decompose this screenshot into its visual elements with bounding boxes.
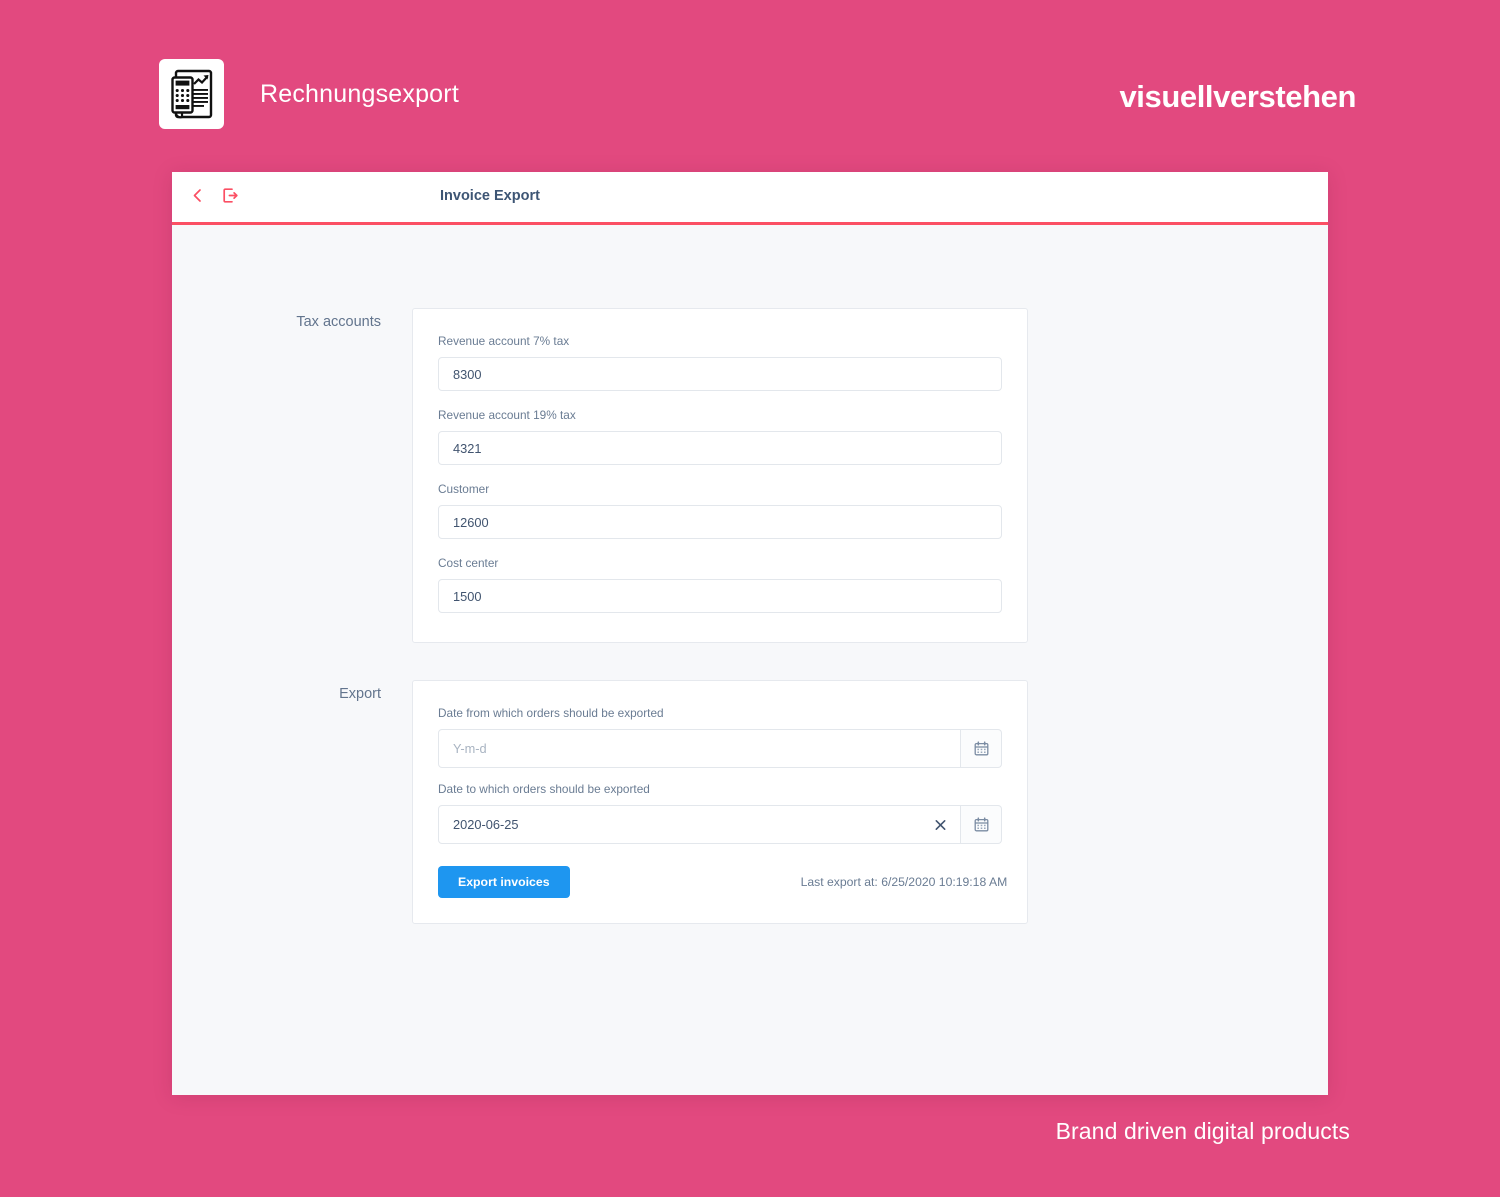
field-revenue-account-19: Revenue account 19% tax [438, 408, 1002, 465]
window-title-bar: Invoice Export [172, 172, 1328, 225]
date-from-input[interactable] [438, 729, 961, 768]
customer-input[interactable] [438, 505, 1002, 539]
revenue-account-7-input[interactable] [438, 357, 1002, 391]
date-to-group [438, 805, 1002, 844]
field-label: Date to which orders should be exported [438, 782, 650, 796]
page-header: Rechnungsexport visuellverstehen [0, 0, 1500, 168]
brand-left: Rechnungsexport [159, 59, 459, 129]
calendar-icon[interactable] [961, 729, 1002, 768]
field-revenue-account-7: Revenue account 7% tax [438, 334, 1002, 391]
date-from-wrap [438, 729, 961, 768]
date-from-group [438, 729, 1002, 768]
page-title: Rechnungsexport [260, 79, 459, 108]
last-export-status: Last export at: 6/25/2020 10:19:18 AM [800, 875, 1008, 889]
field-label: Customer [438, 482, 490, 496]
revenue-account-19-input[interactable] [438, 431, 1002, 465]
window-bar-actions [185, 172, 242, 219]
clear-icon[interactable] [933, 817, 948, 832]
section-tax-accounts: Tax accounts Revenue account 7% tax Reve… [172, 308, 1328, 643]
field-customer: Customer [438, 482, 1002, 539]
field-label: Revenue account 19% tax [438, 408, 576, 422]
section-export: Export Date from which orders should be … [172, 680, 1328, 924]
export-panel: Date from which orders should be exporte… [412, 680, 1028, 924]
invoice-calculator-icon [159, 59, 224, 129]
calendar-icon[interactable] [961, 805, 1002, 844]
field-date-to: Date to which orders should be exported [438, 782, 1002, 844]
chevron-left-icon[interactable] [185, 184, 209, 208]
brand-logotype: visuellverstehen [1119, 79, 1356, 114]
field-date-from: Date from which orders should be exporte… [438, 706, 1002, 768]
export-invoices-button[interactable]: Export invoices [438, 866, 570, 898]
field-label: Cost center [438, 556, 499, 570]
date-to-wrap [438, 805, 961, 844]
footer-tagline: Brand driven digital products [1055, 1118, 1350, 1144]
date-to-input[interactable] [438, 805, 961, 844]
window-title: Invoice Export [440, 187, 540, 204]
tax-accounts-panel: Revenue account 7% tax Revenue account 1… [412, 308, 1028, 643]
section-label-export: Export [339, 686, 381, 702]
field-label: Revenue account 7% tax [438, 334, 570, 348]
export-actions: Export invoices Last export at: 6/25/202… [438, 866, 1007, 898]
window-body: Tax accounts Revenue account 7% tax Reve… [172, 308, 1328, 924]
section-label-tax-accounts: Tax accounts [296, 314, 381, 330]
field-label: Date from which orders should be exporte… [438, 706, 664, 720]
sign-out-icon[interactable] [218, 184, 242, 208]
field-cost-center: Cost center [438, 556, 1002, 613]
app-window: Invoice Export Tax accounts Revenue acco… [172, 172, 1328, 1095]
cost-center-input[interactable] [438, 579, 1002, 613]
